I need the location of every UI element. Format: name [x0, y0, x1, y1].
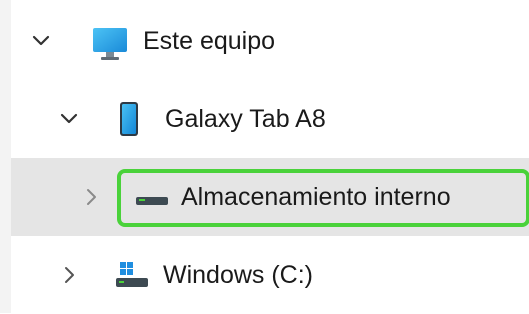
tree-item-este-equipo[interactable]: Este equipo: [11, 2, 529, 80]
navigation-tree: Este equipo Galaxy Tab A8 Almacenamiento…: [11, 0, 529, 313]
chevron-right-icon[interactable]: [79, 158, 103, 236]
left-edge-strip: [0, 0, 11, 313]
tree-item-label: Este equipo: [143, 26, 276, 55]
selection-highlight-box: [117, 169, 529, 227]
tree-item-galaxy-tab-a8[interactable]: Galaxy Tab A8: [11, 80, 529, 158]
tree-item-label: Galaxy Tab A8: [165, 104, 326, 133]
chevron-right-icon[interactable]: [57, 236, 81, 314]
tree-item-label: Windows (C:): [163, 260, 314, 289]
monitor-icon: [91, 25, 129, 68]
tree-item-almacenamiento-interno[interactable]: Almacenamiento interno: [11, 158, 529, 236]
tablet-icon: [119, 101, 139, 142]
chevron-down-icon[interactable]: [57, 80, 81, 158]
chevron-down-icon[interactable]: [29, 2, 53, 80]
tree-item-windows-c[interactable]: Windows (C:): [11, 236, 529, 314]
windows-drive-icon: [114, 260, 150, 297]
